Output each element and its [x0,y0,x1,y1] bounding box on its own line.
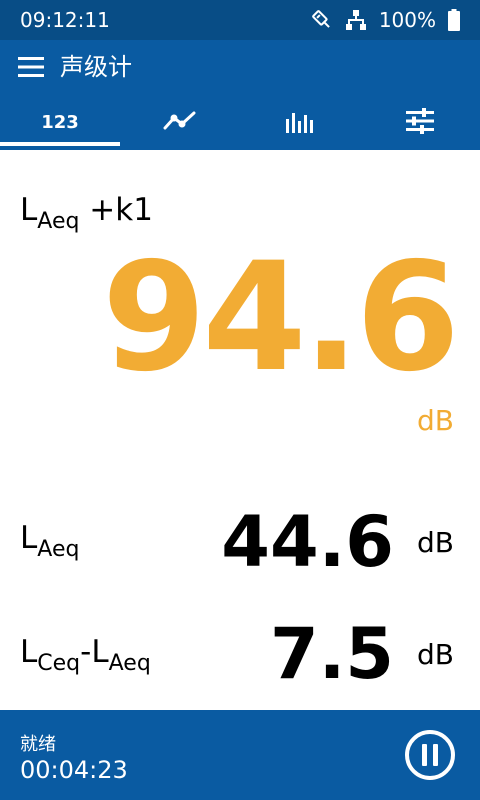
lceq-laeq-label: LCeq-LAeq [20,634,151,676]
hamburger-menu-icon[interactable] [16,52,46,82]
battery-icon [448,9,460,31]
elapsed-time: 00:04:23 [20,756,128,784]
status-icons: 100% [311,8,460,32]
pause-icon [405,730,455,780]
spectrum-bars-icon [285,113,315,137]
laeq-label: LAeq [20,520,80,562]
main-metric-unit: dB [417,404,454,437]
sliders-icon [405,108,435,138]
network-icon [345,9,367,31]
measurement-status: 就绪 [20,734,56,755]
measurement-panel: LAeq +k1 94.6 dB LAeq 44.6 dB LCeq-LAeq … [0,150,480,710]
tab-settings[interactable] [360,102,480,150]
laeq-value: 44.6 [221,501,394,583]
tab-numeric[interactable]: 123 [0,102,120,150]
main-metric-label: LAeq +k1 [20,192,153,234]
status-time: 09:12:11 [20,8,110,32]
main-metric-value: 94.6 [101,231,460,405]
lceq-laeq-value: 7.5 [269,613,394,695]
app-title: 声级计 [60,53,132,81]
tab-bar: 123 [0,102,480,150]
pause-button[interactable] [404,729,456,781]
status-bar: 09:12:11 100% [0,0,480,40]
usb-probe-icon [311,9,333,31]
app-bar: 声级计 123 [0,40,480,150]
laeq-unit: dB [417,526,454,559]
trend-chart-icon [163,111,197,136]
tab-numeric-label: 123 [41,111,79,133]
footer-bar: 就绪 00:04:23 [0,710,480,800]
tab-trend[interactable] [120,102,240,150]
lceq-laeq-unit: dB [417,638,454,671]
battery-percent: 100% [378,8,436,32]
tab-spectrum[interactable] [240,102,360,150]
